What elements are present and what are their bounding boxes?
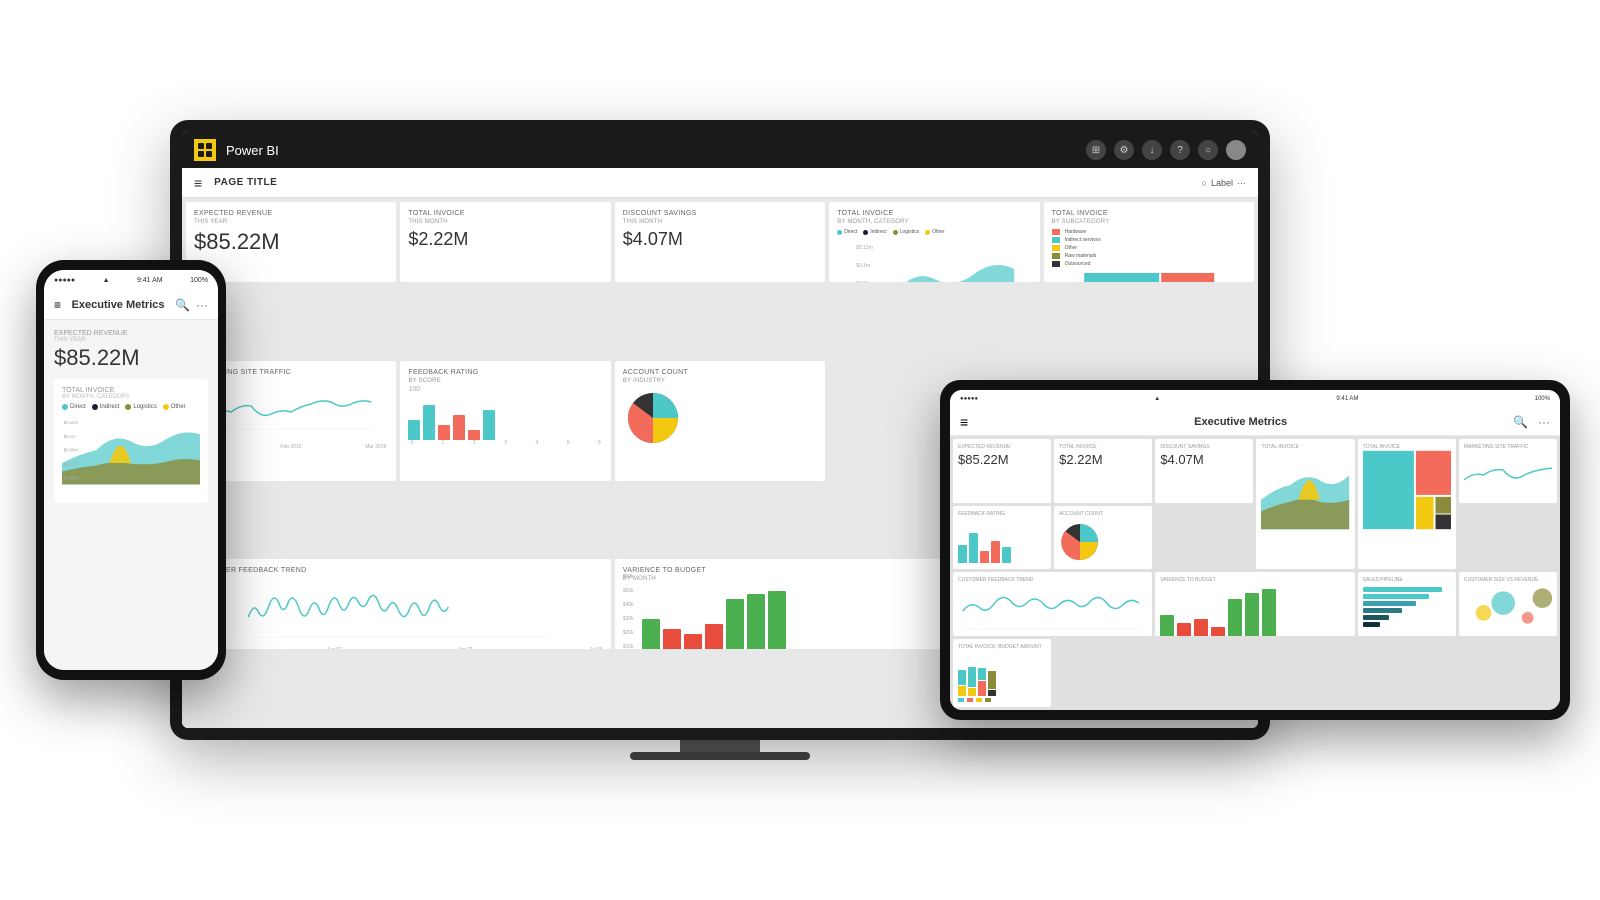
phone-device: ●●●●● ▲ 9:41 AM 100% ≡ Executive Metrics…: [36, 260, 226, 680]
svg-text:$0.04m: $0.04m: [64, 475, 79, 480]
kpi-title-1: Expected Revenue: [194, 210, 388, 217]
tablet-feedback-trend: Customer Feedback Trend: [953, 572, 1152, 636]
pbi-topbar: Power BI ⊞ ⚙ ↓ ? ○: [182, 132, 1258, 168]
pbi-navbar: ≡ PAGE TITLE ○ Label ···: [182, 168, 1258, 198]
tablet-battery: 100%: [1535, 396, 1550, 402]
grid-icon[interactable]: ⊞: [1086, 140, 1106, 160]
scene: Power BI ⊞ ⚙ ↓ ? ○ ≡ PAGE TITLE ○ Label …: [0, 0, 1600, 900]
search-icon[interactable]: ○: [1198, 140, 1218, 160]
tablet-area-chart: Total Invoice: [1256, 439, 1354, 569]
tablet-account-count: Account Count: [1054, 506, 1152, 570]
kpi-value-3: $4.07M: [623, 229, 817, 250]
tablet-navbar: ≡ Executive Metrics 🔍 ···: [950, 408, 1560, 436]
svg-text:$0.1m: $0.1m: [64, 434, 76, 439]
tablet-kpi-discount: Discount Savings $4.07M: [1155, 439, 1253, 503]
phone-kpi1-label: Expected Revenue: [54, 330, 208, 337]
phone-total-invoice-card: Total Invoice BY MONTH, CATEGORY Direct …: [54, 379, 208, 503]
account-count-chart: Account Count BY INDUSTRY: [615, 361, 825, 481]
kpi-value-2: $2.22M: [408, 229, 602, 250]
phone-navbar: ≡ Executive Metrics 🔍 ···: [44, 290, 218, 320]
label-button[interactable]: ○ Label ···: [1202, 178, 1246, 188]
phone-wifi-icon: ▲: [103, 277, 110, 284]
phone-content: Expected Revenue THIS YEAR $85.22M Total…: [44, 320, 218, 670]
settings-icon[interactable]: ⚙: [1114, 140, 1134, 160]
tablet-kpi2-value: $2.22M: [1059, 452, 1147, 467]
kpi-discount-savings: Discount Savings THIS MONTH $4.07M: [615, 202, 825, 282]
tablet-search-icon[interactable]: 🔍: [1513, 415, 1528, 429]
phone-kpi1-sub: THIS YEAR: [54, 337, 208, 343]
tablet-traffic-chart: Marketing Site Traffic: [1459, 439, 1557, 503]
kpi-value-1: $85.22M: [194, 229, 388, 255]
tablet-wifi-icon: ▲: [1154, 396, 1160, 402]
topbar-icons: ⊞ ⚙ ↓ ? ○: [1086, 140, 1246, 160]
svg-text:$0.1m: $0.1m: [856, 263, 870, 269]
tablet-kpi1-value: $85.22M: [958, 452, 1046, 467]
total-invoice-treemap: Total Invoice BY SUBCATEGORY Hardware In…: [1044, 202, 1254, 282]
customer-feedback-trend: Customer Feedback Trend BY SCORE May 24J…: [186, 559, 611, 649]
phone-kpi2-label: Total Invoice: [62, 387, 200, 394]
feedback-rating-chart: Feedback Rating BY SCORE 100 0123456: [400, 361, 610, 481]
phone-search-icon[interactable]: 🔍: [175, 298, 190, 312]
tablet-hamburger-icon[interactable]: ≡: [960, 414, 968, 430]
tablet-time: 9:41 AM: [1336, 396, 1358, 402]
monitor-base: [630, 752, 810, 760]
phone-kpi1-value: $85.22M: [54, 345, 208, 371]
tablet-customer-size: Customer Size vs Revenue: [1459, 572, 1557, 636]
tablet-dashboard-grid: Expected Revenue $85.22M Total Invoice $…: [950, 436, 1560, 710]
account-count-title: Account Count: [623, 369, 817, 376]
tablet-more-icon[interactable]: ···: [1538, 415, 1550, 429]
svg-text:$0.12m: $0.12m: [64, 420, 79, 425]
tablet-sales-pipeline: Sales Pipeline: [1358, 572, 1456, 636]
phone-app-title: Executive Metrics: [61, 299, 175, 311]
tablet-screen: ●●●●● ▲ 9:41 AM 100% ≡ Executive Metrics…: [950, 390, 1560, 710]
svg-text:$0.06m: $0.06m: [64, 462, 79, 467]
phone-kpi-revenue: Expected Revenue THIS YEAR $85.22M: [54, 330, 208, 371]
tablet-variance-chart: Varience to Budget: [1155, 572, 1354, 636]
help-icon[interactable]: ?: [1170, 140, 1190, 160]
app-title: Power BI: [226, 143, 1076, 158]
phone-more-icon[interactable]: ···: [196, 298, 208, 312]
tablet-kpi-invoice: Total Invoice $2.22M: [1054, 439, 1152, 503]
tablet-signal: ●●●●●: [960, 396, 978, 402]
tablet-treemap: Total Invoice: [1358, 439, 1456, 569]
tablet-feedback-chart: Feedback Rating: [953, 506, 1051, 570]
svg-text:$0.12m: $0.12m: [856, 245, 873, 251]
page-title: PAGE TITLE: [214, 177, 277, 188]
phone-hamburger-icon[interactable]: ≡: [54, 298, 61, 312]
user-avatar[interactable]: [1226, 140, 1246, 160]
kpi-total-invoice: Total Invoice THIS MONTH $2.22M: [400, 202, 610, 282]
hamburger-icon[interactable]: ≡: [194, 175, 202, 191]
phone-screen: ●●●●● ▲ 9:41 AM 100% ≡ Executive Metrics…: [44, 270, 218, 670]
phone-signal: ●●●●●: [54, 277, 75, 284]
tablet-device: ●●●●● ▲ 9:41 AM 100% ≡ Executive Metrics…: [940, 380, 1570, 720]
tablet-invoice-budget: Total Invoice; Budget Amount: [953, 639, 1051, 707]
download-icon[interactable]: ↓: [1142, 140, 1162, 160]
phone-statusbar: ●●●●● ▲ 9:41 AM 100%: [44, 270, 218, 290]
phone-time: 9:41 AM: [137, 277, 163, 284]
tablet-statusbar: ●●●●● ▲ 9:41 AM 100%: [950, 390, 1560, 408]
tablet-kpi3-value: $4.07M: [1160, 452, 1248, 467]
svg-text:$0.08m: $0.08m: [856, 281, 873, 282]
tablet-app-title: Executive Metrics: [978, 416, 1503, 428]
tablet-kpi-revenue: Expected Revenue $85.22M: [953, 439, 1051, 503]
total-invoice-area-chart: Total Invoice BY MONTH, CATEGORY Direct …: [829, 202, 1039, 282]
phone-battery: 100%: [190, 277, 208, 284]
svg-text:$0.08m: $0.08m: [64, 448, 79, 453]
powerbi-logo: [194, 139, 216, 161]
